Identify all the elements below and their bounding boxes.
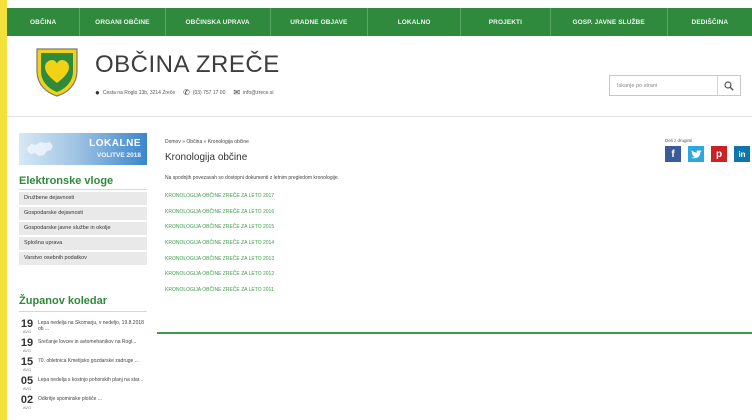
event-day: 02 <box>20 394 34 406</box>
document-link-2017[interactable]: KRONOLOGIJA OBČINE ZREČE ZA LETO 2017 <box>165 193 274 209</box>
eforms-menu: Družbene dejavnosti Gospodarske dejavnos… <box>19 192 147 267</box>
main-nav: OBČINA ORGANI OBČINE OBČINSKA UPRAVA URA… <box>7 8 752 36</box>
document-link-2014[interactable]: KRONOLOGIJA OBČINE ZREČE ZA LETO 2014 <box>165 240 274 256</box>
search-icon <box>724 80 734 91</box>
search-button[interactable] <box>717 76 740 95</box>
event-list: 19 AVG Lepa nedelja na Skomarju, v nedelj… <box>19 319 147 414</box>
elections-banner[interactable]: LOKALNE VOLITVE 2018 <box>19 133 147 165</box>
nav-item-uradne-objave[interactable]: URADNE OBJAVE <box>271 8 368 36</box>
event-text[interactable]: Srečanje lovcev in avtomehanikov na Rogl… <box>35 338 136 345</box>
nav-item-obcina[interactable]: OBČINA <box>7 8 81 36</box>
event-item[interactable]: 15 AVG 70. obletnica Kmetijsko gozdarske … <box>19 357 147 376</box>
nav-item-projekti[interactable]: PROJEKTI <box>461 8 551 36</box>
document-link-2012[interactable]: KRONOLOGIJA OBČINE ZREČE ZA LETO 2012 <box>165 271 274 287</box>
nav-item-organi-obcine[interactable]: ORGANI OBČINE <box>80 8 166 36</box>
eforms-divider <box>19 189 147 190</box>
main-content: Domov » Občina » Kronologija občine Kron… <box>157 133 752 335</box>
event-day: 05 <box>20 375 34 387</box>
document-link-2013[interactable]: KRONOLOGIJA OBČINE ZREČE ZA LETO 2013 <box>165 256 274 272</box>
phone-icon: ✆ <box>183 88 190 97</box>
eform-item-gospodarske[interactable]: Gospodarske dejavnosti <box>19 207 147 220</box>
event-item[interactable]: 02 AVG Odkritje spominske plošče ... <box>19 395 147 414</box>
search-input[interactable] <box>610 76 714 95</box>
page-title: Kronologija občine <box>165 152 248 163</box>
site-header: OBČINA ZREČE ● Cesta na Roglo 13b, 3214 … <box>7 36 752 116</box>
eforms-heading: Elektronske vloge <box>19 175 114 187</box>
twitter-bird-icon <box>690 149 702 158</box>
map-pin-icon: ● <box>95 88 100 97</box>
phone-text: (03) 757 17 00 <box>192 89 226 96</box>
search-box <box>609 75 741 96</box>
document-link-2015[interactable]: KRONOLOGIJA OBČINE ZREČE ZA LETO 2015 <box>165 224 274 240</box>
eform-item-druzbene[interactable]: Družbene dejavnosti <box>19 192 147 205</box>
calendar-divider <box>19 311 147 312</box>
event-item[interactable]: 19 AVG Srečanje lovcev in avtomehanikov n… <box>19 338 147 357</box>
banner-subtitle: VOLITVE 2018 <box>96 152 141 159</box>
page: OBČINA ORGANI OBČINE OBČINSKA UPRAVA URA… <box>7 0 752 420</box>
eform-item-splosna-uprava[interactable]: Splošna uprava <box>19 237 147 250</box>
event-day: 19 <box>20 337 34 349</box>
site-title[interactable]: OBČINA ZREČE <box>95 51 280 79</box>
nav-item-gosp-javne-sluzbe[interactable]: GOSP. JAVNE SLUŽBE <box>551 8 668 36</box>
event-text[interactable]: Lepa nedelja na Skomarju, v nedeljo, 19.… <box>35 319 147 332</box>
twitter-icon[interactable] <box>688 146 704 162</box>
sidebar: LOKALNE VOLITVE 2018 Elektronske vloge D… <box>15 133 148 420</box>
share-label: Deli z drugimi <box>665 138 693 143</box>
intro-text: Na spodnjih povezavah so dostopni dokume… <box>165 175 339 181</box>
envelope-icon: ✉ <box>233 88 241 97</box>
facebook-icon[interactable]: f <box>665 146 681 162</box>
content-divider <box>157 332 752 334</box>
linkedin-icon[interactable]: in <box>734 146 750 162</box>
nav-item-obcinska-uprava[interactable]: OBČINSKA UPRAVA <box>166 8 271 36</box>
share-buttons: f p in <box>665 146 750 162</box>
document-link-2016[interactable]: KRONOLOGIJA OBČINE ZREČE ZA LETO 2016 <box>165 209 274 225</box>
banner-title: LOKALNE <box>89 138 141 149</box>
municipality-logo[interactable] <box>35 47 79 97</box>
header-divider <box>7 116 752 117</box>
breadcrumb[interactable]: Domov » Občina » Kronologija občine <box>165 139 249 145</box>
nav-item-lokalno[interactable]: LOKALNO <box>368 8 462 36</box>
event-text[interactable]: Lepa nedelja s kostnjo pohorskih planj n… <box>35 376 143 383</box>
event-day: 19 <box>20 318 34 330</box>
contact-bar: ● Cesta na Roglo 13b, 3214 Zreče ✆ (03) … <box>95 88 273 97</box>
slovenia-map-icon <box>27 142 53 156</box>
eform-item-varstvo-podatkov[interactable]: Varstvo osebnih podatkov <box>19 252 147 265</box>
event-day: 15 <box>20 356 34 368</box>
address-text: Cesta na Roglo 13b, 3214 Zreče <box>102 89 176 96</box>
event-item[interactable]: 05 AVG Lepa nedelja s kostnjo pohorskih p… <box>19 376 147 395</box>
nav-item-dediscina[interactable]: DEDIŠČINA <box>668 8 752 36</box>
event-text[interactable]: 70. obletnica Kmetijsko gozdarske zadrug… <box>35 357 139 364</box>
event-text[interactable]: Odkritje spominske plošče ... <box>35 395 102 402</box>
eform-item-gjs-okolje[interactable]: Gospodarske javne službe in okolje <box>19 222 147 235</box>
pinterest-icon[interactable]: p <box>711 146 727 162</box>
event-item[interactable]: 19 AVG Lepa nedelja na Skomarju, v nedelj… <box>19 319 147 338</box>
email-link[interactable]: info@zrece.si <box>243 90 273 96</box>
document-list: KRONOLOGIJA OBČINE ZREČE ZA LETO 2017 KR… <box>165 193 274 303</box>
document-link-2011[interactable]: KRONOLOGIJA OBČINE ZREČE ZA LETO 2011 <box>165 287 274 303</box>
calendar-heading: Županov koledar <box>19 295 108 307</box>
